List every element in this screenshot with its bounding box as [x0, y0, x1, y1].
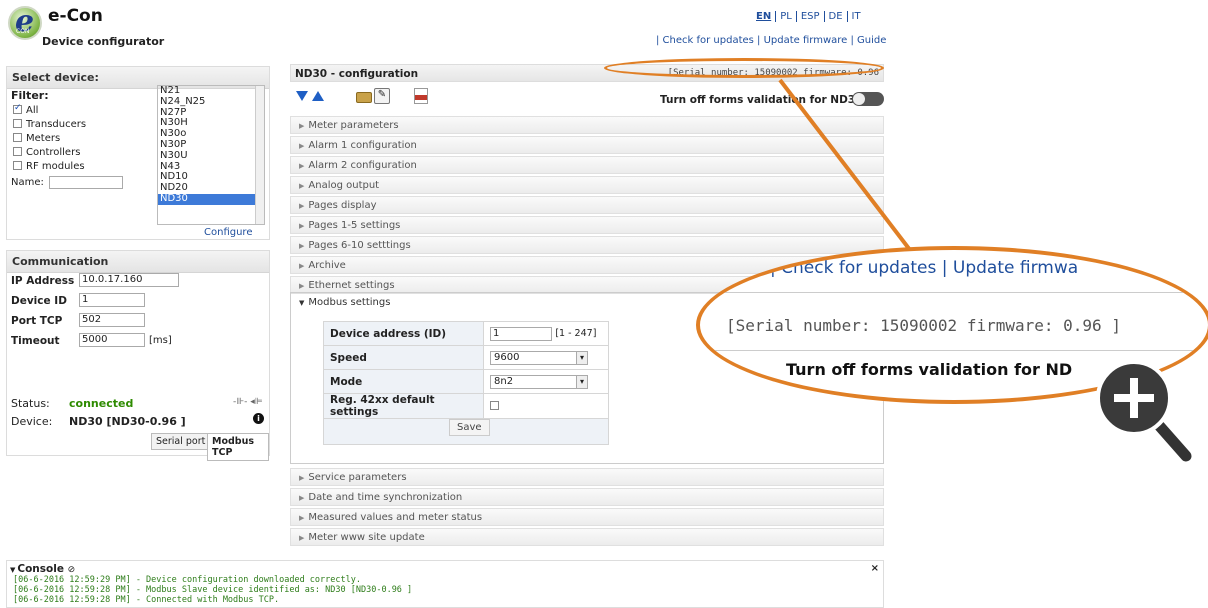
- divider: [700, 292, 1208, 293]
- magnified-validation-label: Turn off forms validation for ND: [786, 360, 1073, 379]
- divider: [700, 350, 1208, 351]
- magnified-links: | Check for updates | Update firmwa: [770, 258, 1079, 278]
- zoom-in-icon: [1096, 360, 1192, 462]
- magnified-serial: [Serial number: 15090002 firmware: 0.96 …: [726, 316, 1121, 335]
